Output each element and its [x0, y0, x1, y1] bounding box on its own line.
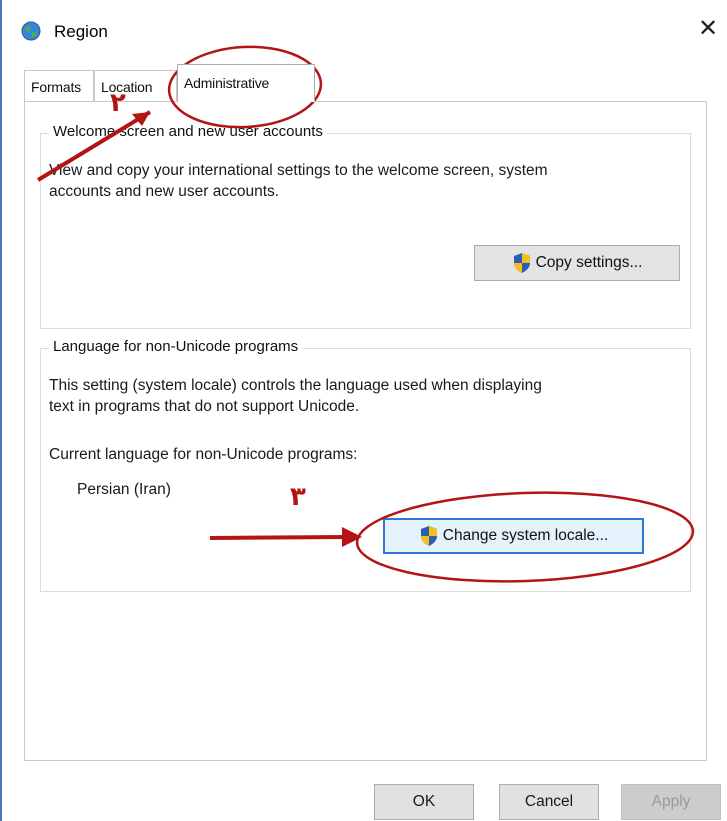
uac-shield-icon — [420, 526, 437, 546]
step-3-label: ٣ — [290, 482, 306, 512]
tab-label: Administrative — [184, 75, 270, 91]
tab-administrative[interactable]: Administrative — [177, 64, 315, 102]
uac-shield-icon — [513, 253, 530, 273]
group-title: Welcome screen and new user accounts — [49, 123, 327, 140]
tab-label: Formats — [31, 79, 81, 95]
close-button[interactable]: ✕ — [693, 14, 723, 44]
button-label: Change system locale... — [442, 527, 609, 544]
welcome-screen-group: Welcome screen and new user accounts Vie… — [40, 123, 691, 329]
description-line: accounts and new user accounts. — [49, 183, 280, 200]
window-title: Region — [54, 22, 108, 41]
description-line: This setting (system locale) controls th… — [49, 377, 542, 394]
cancel-button[interactable]: Cancel — [499, 784, 599, 820]
close-icon: ✕ — [697, 15, 719, 42]
copy-settings-button[interactable]: Copy settings... — [474, 245, 680, 281]
group-title: Language for non-Unicode programs — [49, 338, 303, 355]
current-language-label: Current language for non-Unicode program… — [49, 446, 358, 463]
tab-location[interactable]: Location — [94, 70, 177, 102]
apply-button[interactable]: Apply — [621, 784, 721, 820]
region-dialog: Region ✕ Formats Location Administrative… — [0, 0, 727, 821]
description-line: text in programs that do not support Uni… — [49, 398, 360, 415]
tab-formats[interactable]: Formats — [24, 70, 94, 102]
description-line: View and copy your international setting… — [49, 162, 548, 179]
button-label: Copy settings... — [535, 254, 643, 271]
tab-label: Location — [101, 79, 153, 95]
button-label: Apply — [651, 793, 691, 810]
change-system-locale-button[interactable]: Change system locale... — [383, 518, 644, 554]
non-unicode-group: Language for non-Unicode programs This s… — [40, 338, 691, 592]
ok-button[interactable]: OK — [374, 784, 474, 820]
globe-icon — [21, 21, 41, 41]
button-label: OK — [412, 793, 436, 810]
tab-strip: Formats Location Administrative — [24, 64, 704, 102]
button-label: Cancel — [524, 793, 574, 810]
current-language-value: Persian (Iran) — [77, 481, 171, 498]
title-bar: Region ✕ — [2, 0, 727, 56]
tab-panel-administrative: Welcome screen and new user accounts Vie… — [24, 101, 707, 761]
step-2-label: ٢ — [110, 88, 126, 118]
